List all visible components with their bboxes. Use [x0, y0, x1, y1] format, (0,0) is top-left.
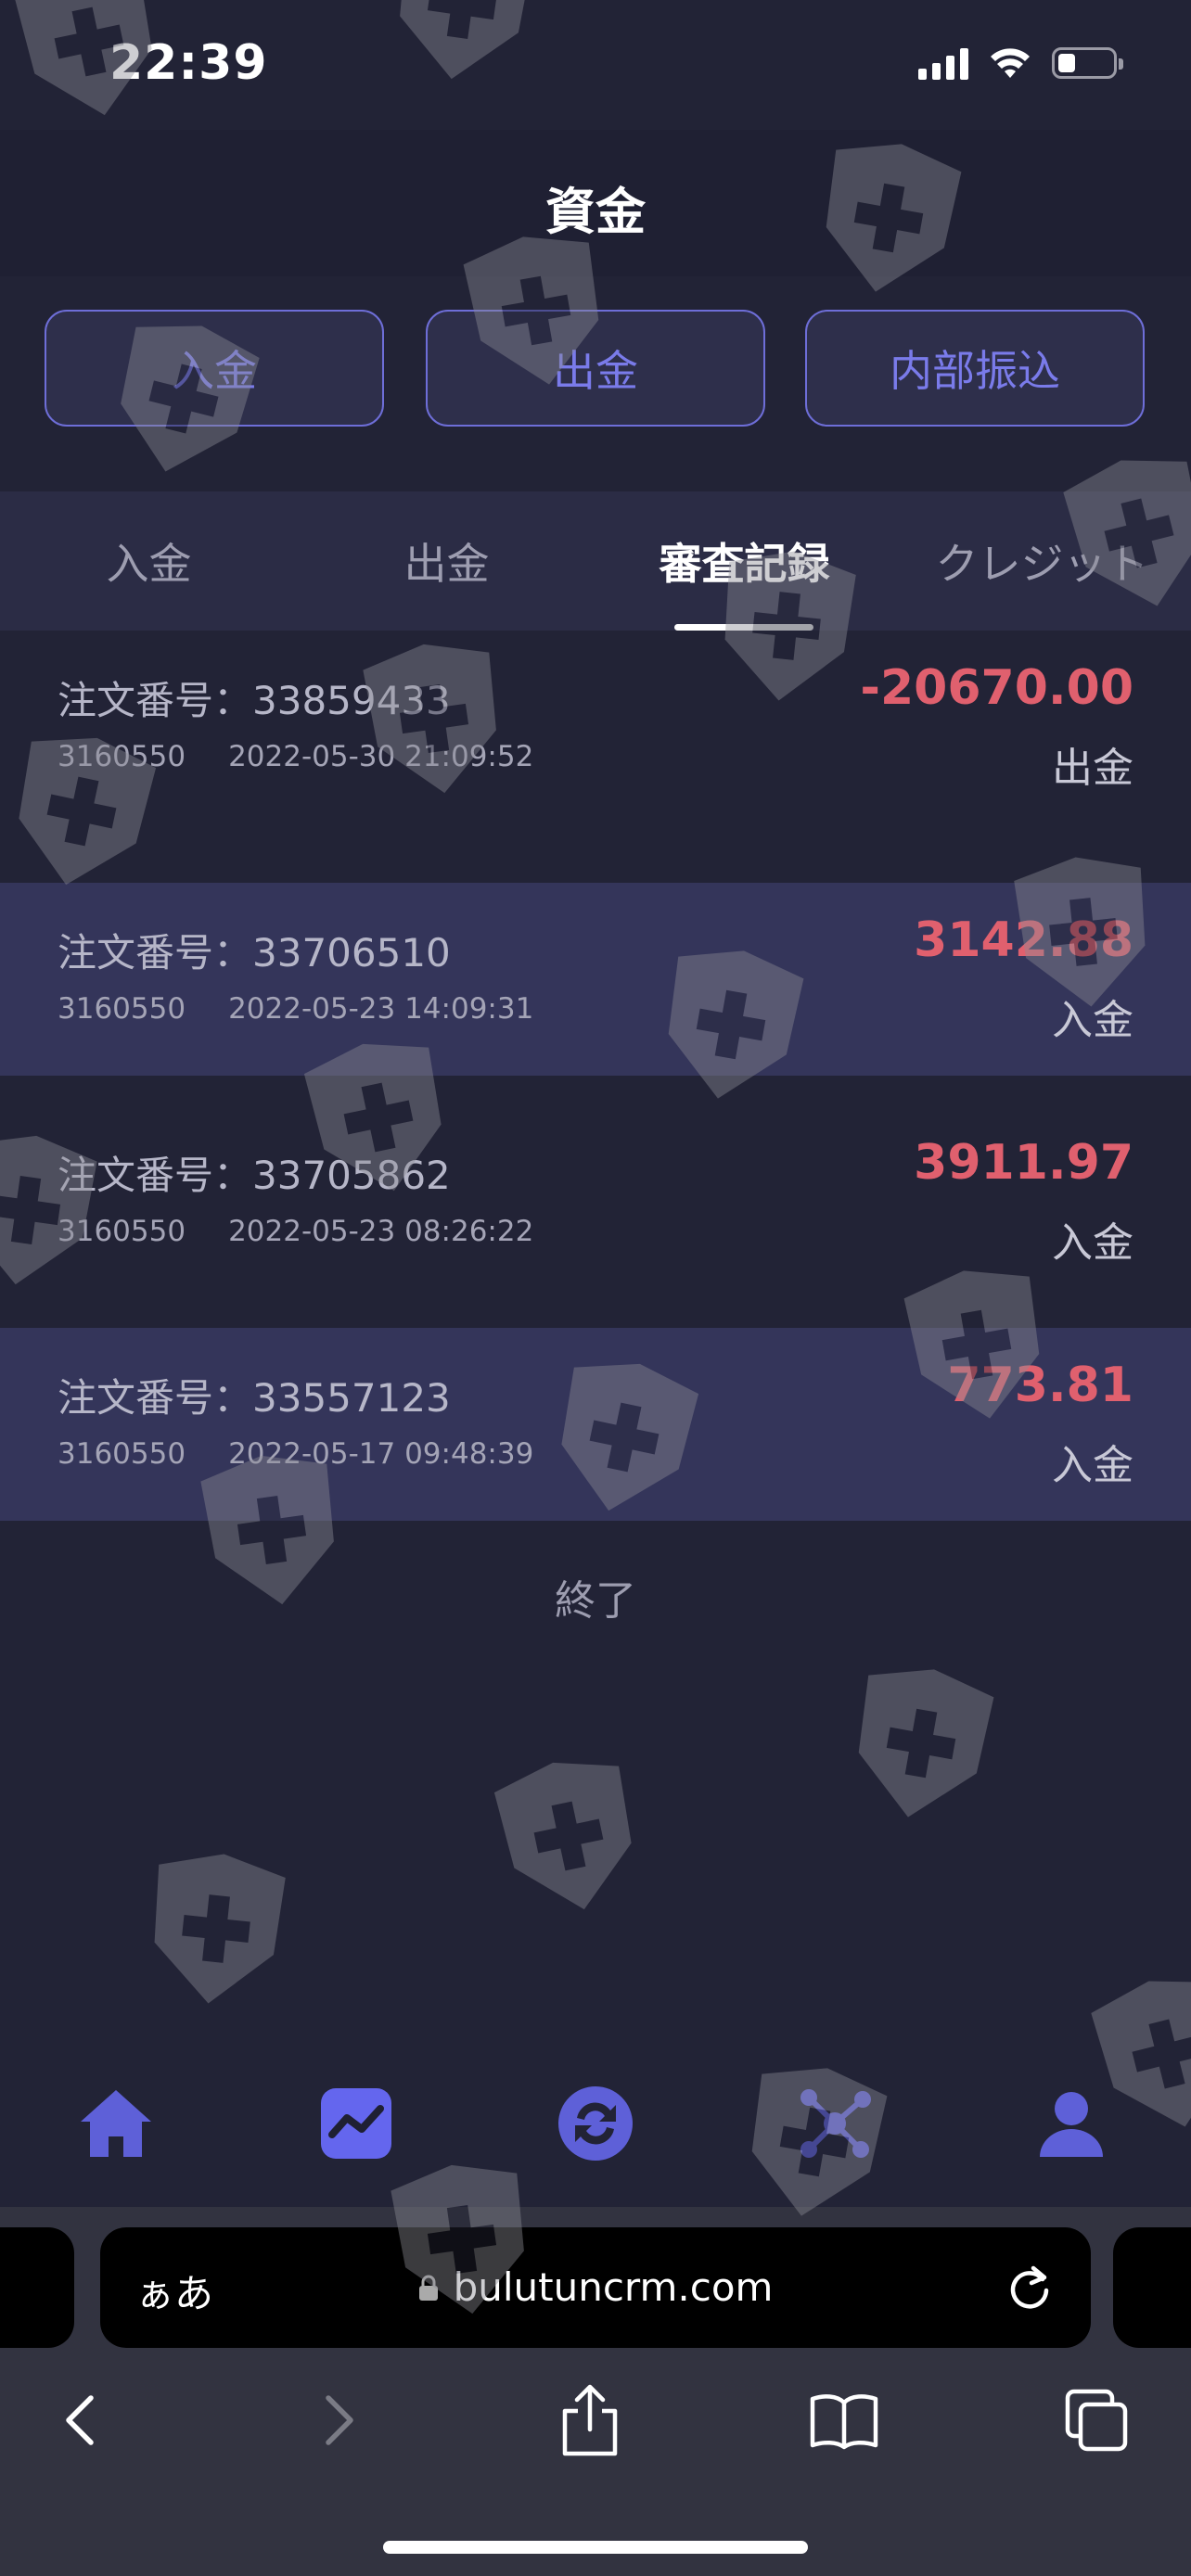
record-type: 入金 — [1052, 1442, 1133, 1489]
order-meta: 3160550 2022-05-23 08:26:22 — [58, 1215, 533, 1248]
record-type: 出金 — [1052, 745, 1133, 792]
status-icons — [918, 46, 1123, 80]
tab-credit[interactable]: クレジット — [893, 491, 1191, 631]
bottom-nav — [0, 2035, 1191, 2207]
shield-watermark-icon — [136, 1843, 297, 2014]
account-number: 3160550 — [58, 740, 186, 773]
cellular-signal-icon — [918, 46, 968, 80]
forward-icon[interactable] — [293, 2374, 386, 2467]
exchange-icon[interactable] — [554, 2082, 637, 2165]
order-number: 注文番号：33706510 — [58, 930, 451, 976]
record-amount: 3142.88 — [914, 912, 1133, 968]
record-type: 入金 — [1052, 1219, 1133, 1267]
order-datetime: 2022-05-30 21:09:52 — [228, 740, 534, 773]
bookmarks-icon[interactable] — [798, 2374, 890, 2467]
withdraw-button[interactable]: 出金 — [426, 310, 765, 427]
wifi-icon — [991, 48, 1030, 78]
shield-watermark-icon — [481, 1744, 656, 1929]
account-number: 3160550 — [58, 1437, 186, 1471]
end-of-list-text: 終了 — [555, 1577, 636, 1625]
home-icon[interactable] — [74, 2082, 158, 2165]
order-meta: 3160550 2022-05-17 09:48:39 — [58, 1437, 533, 1471]
previous-tab-preview[interactable] — [0, 2227, 74, 2348]
reload-icon[interactable] — [1005, 2261, 1054, 2316]
lock-icon — [418, 2275, 438, 2301]
browser-toolbar: ぁあ bulutuncrm.com — [0, 2207, 1191, 2576]
record-row[interactable]: 注文番号：33706510 3160550 2022-05-23 14:09:31… — [0, 883, 1191, 1076]
record-amount: 773.81 — [947, 1358, 1133, 1413]
tab-withdraw[interactable]: 出金 — [298, 491, 596, 631]
next-tab-preview[interactable] — [1113, 2227, 1191, 2348]
user-icon[interactable] — [1030, 2082, 1113, 2165]
order-meta: 3160550 2022-05-23 14:09:31 — [58, 992, 533, 1026]
order-number: 注文番号：33705862 — [58, 1153, 451, 1198]
back-icon[interactable] — [33, 2374, 126, 2467]
tab-bar: 入金 出金 審査記録 クレジット — [0, 491, 1191, 631]
page-title: 資金 — [545, 183, 646, 241]
share-icon[interactable] — [544, 2374, 636, 2467]
shield-watermark-icon — [836, 1653, 1005, 1834]
record-row[interactable]: 注文番号：33859433 3160550 2022-05-30 21:09:52… — [0, 631, 1191, 823]
status-time: 22:39 — [109, 35, 268, 91]
network-icon[interactable] — [793, 2082, 877, 2165]
account-number: 3160550 — [58, 1215, 186, 1248]
header: 資金 — [0, 130, 1191, 276]
tab-deposit[interactable]: 入金 — [0, 491, 298, 631]
address-bar[interactable]: ぁあ bulutuncrm.com — [100, 2227, 1091, 2348]
record-amount: -20670.00 — [860, 660, 1133, 716]
action-row: 入金 出金 内部振込 — [0, 276, 1191, 491]
internal-transfer-button[interactable]: 内部振込 — [805, 310, 1145, 427]
order-datetime: 2022-05-17 09:48:39 — [228, 1437, 534, 1471]
battery-icon — [1052, 47, 1123, 79]
order-meta: 3160550 2022-05-30 21:09:52 — [58, 740, 533, 773]
order-datetime: 2022-05-23 14:09:31 — [228, 992, 534, 1026]
home-indicator — [383, 2541, 808, 2554]
browser-tools — [0, 2374, 1191, 2485]
record-row[interactable]: 注文番号：33705862 3160550 2022-05-23 08:26:22… — [0, 1105, 1191, 1298]
order-number: 注文番号：33557123 — [58, 1375, 451, 1421]
account-number: 3160550 — [58, 992, 186, 1026]
tabs-icon[interactable] — [1050, 2374, 1143, 2467]
order-number: 注文番号：33859433 — [58, 678, 451, 723]
status-bar: 22:39 — [0, 0, 1191, 130]
record-type: 入金 — [1052, 997, 1133, 1044]
record-row[interactable]: 注文番号：33557123 3160550 2022-05-17 09:48:39… — [0, 1328, 1191, 1521]
active-tab-indicator — [674, 624, 813, 631]
chart-icon[interactable] — [314, 2082, 398, 2165]
tab-review-records[interactable]: 審査記録 — [596, 491, 893, 631]
url-display: bulutuncrm.com — [100, 2264, 1091, 2310]
deposit-button[interactable]: 入金 — [45, 310, 384, 427]
order-datetime: 2022-05-23 08:26:22 — [228, 1215, 534, 1248]
url-text: bulutuncrm.com — [453, 2264, 774, 2310]
record-amount: 3911.97 — [914, 1135, 1133, 1191]
